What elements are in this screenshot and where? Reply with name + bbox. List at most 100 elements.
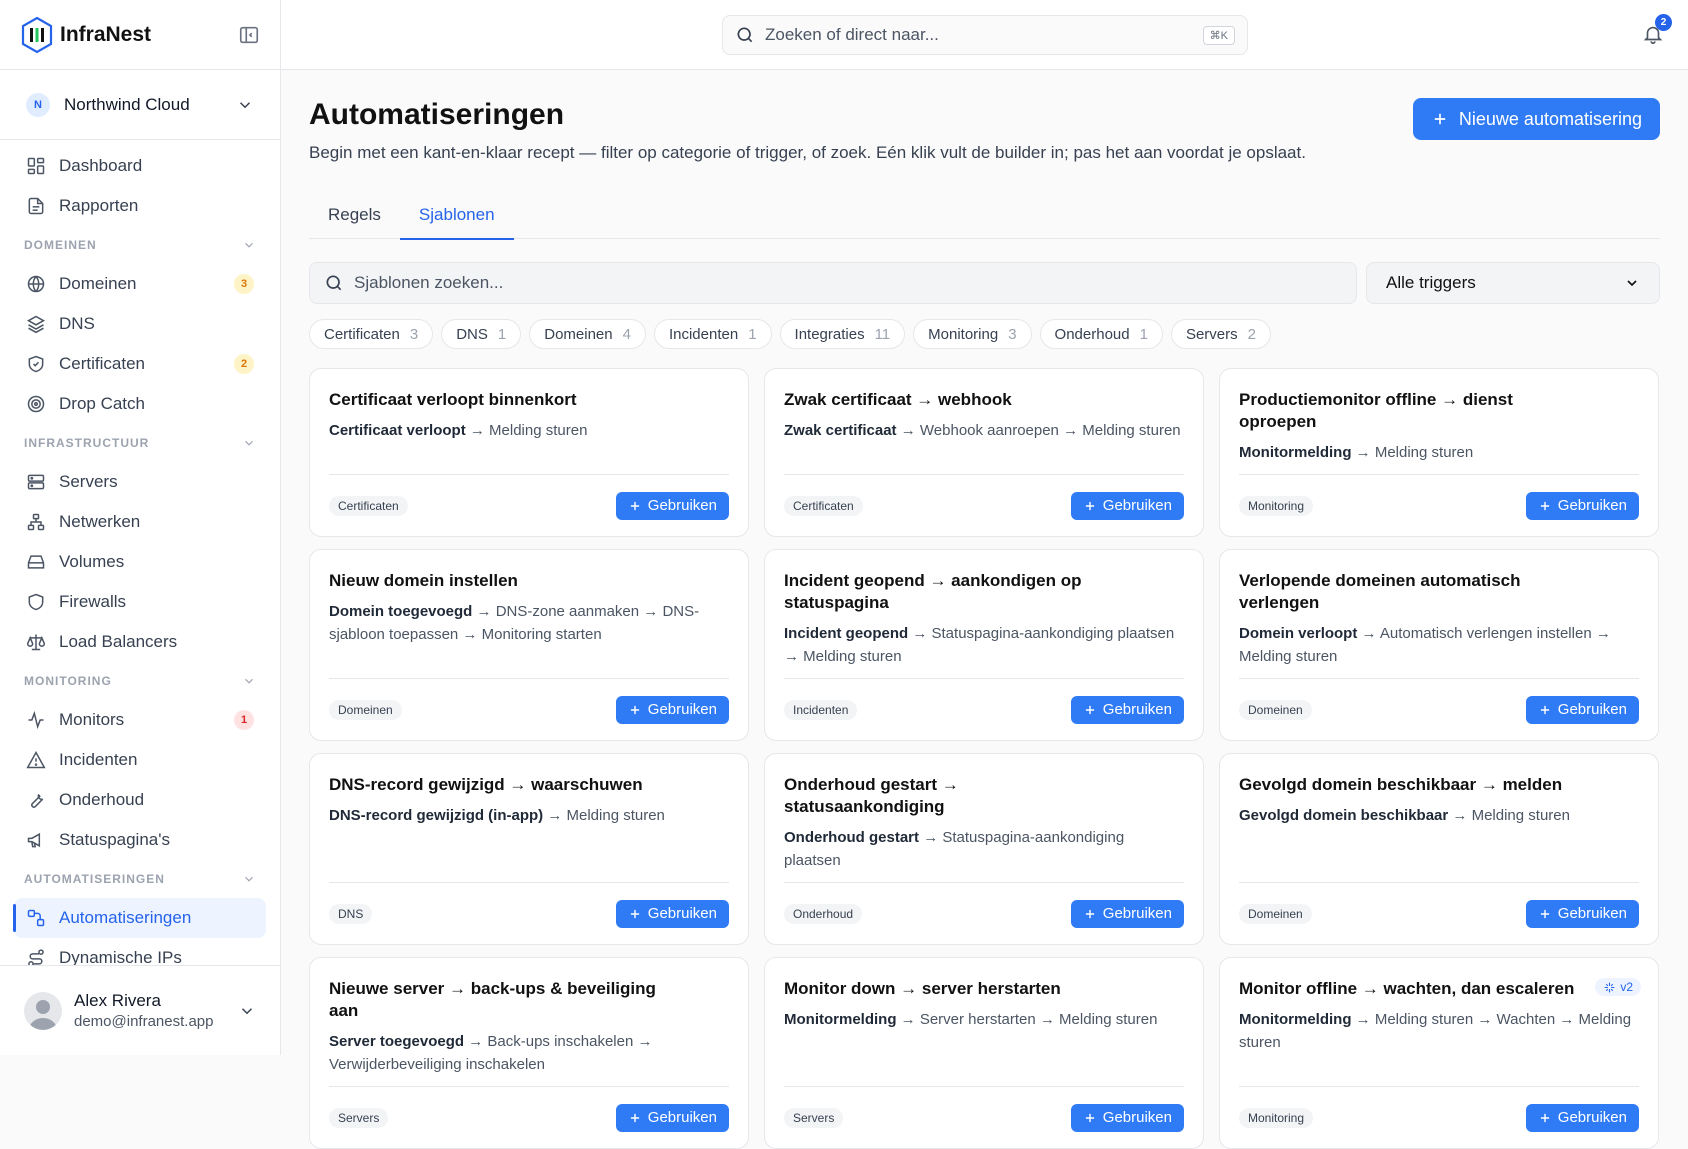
org-switcher[interactable]: N Northwind Cloud [0, 70, 280, 140]
template-category-tag: DNS [329, 903, 373, 924]
avatar [24, 991, 62, 1030]
template-search-placeholder: Sjablonen zoeken... [354, 273, 504, 292]
chip-count: 1 [497, 325, 507, 343]
sidebar-item-dashboard[interactable]: Dashboard [14, 146, 266, 186]
template-trigger: Incident geopend [784, 625, 909, 642]
category-chip[interactable]: Servers 2 [1170, 319, 1271, 349]
template-steps: Zwak certificaat → Webhook aanroepen → M… [784, 419, 1184, 464]
use-template-label: Gebruiken [1557, 1109, 1627, 1126]
plus-icon [1085, 1113, 1094, 1122]
use-template-button[interactable]: Gebruiken [1525, 491, 1639, 520]
new-automation-button[interactable]: Nieuwe automatisering [1412, 98, 1660, 140]
category-chip[interactable]: Certificaten 3 [309, 319, 434, 349]
global-search-input[interactable]: Zoeken of direct naar... ⌘K [722, 15, 1248, 55]
chip-label: Integraties [794, 325, 865, 343]
template-actions: → Webhook aanroepen → Melding sturen [900, 422, 1181, 439]
sidebar-item-firewalls[interactable]: Firewalls [14, 582, 266, 622]
trigger-select-value: Alle triggers [1386, 273, 1476, 292]
sidebar-item-domeinen[interactable]: Domeinen 3 [14, 264, 266, 304]
category-chip[interactable]: Domeinen 4 [529, 319, 646, 349]
use-template-button[interactable]: Gebruiken [1070, 899, 1184, 928]
use-template-button[interactable]: Gebruiken [615, 491, 729, 520]
plus-icon [1085, 705, 1094, 714]
plus-icon [1085, 501, 1094, 510]
chip-count: 3 [1008, 325, 1017, 343]
template-grid: Certificaat verloopt binnenkort Certifica… [309, 368, 1660, 1149]
use-template-button[interactable]: Gebruiken [615, 695, 729, 724]
sidebar-item-label: Onderhoud [59, 790, 145, 809]
notifications-button[interactable]: 2 [1642, 14, 1672, 46]
sidebar-item-netwerken[interactable]: Netwerken [14, 502, 266, 542]
sidebar-item-dns[interactable]: DNS [14, 304, 266, 344]
wrench-icon [31, 793, 44, 808]
category-chip[interactable]: Incidenten 1 [653, 319, 772, 349]
tabs: Regels Sjablonen [309, 190, 1660, 240]
sidebar-item-statuspaginas[interactable]: Statuspagina's [14, 820, 266, 860]
use-template-button[interactable]: Gebruiken [1525, 695, 1639, 724]
sidebar-item-certificaten[interactable]: Certificaten 2 [14, 344, 266, 384]
sidebar-item-onderhoud[interactable]: Onderhoud [14, 780, 266, 820]
sidebar-item-automatiseringen[interactable]: Automatiseringen [13, 898, 266, 938]
section-monitoring[interactable]: MONITORING [14, 662, 266, 700]
user-menu[interactable]: Alex Rivera demo@infranest.app [0, 965, 280, 1055]
use-template-button[interactable]: Gebruiken [615, 899, 729, 928]
use-template-label: Gebruiken [1557, 905, 1627, 922]
sidebar-collapse-icon[interactable] [238, 24, 260, 46]
section-domeinen[interactable]: DOMEINEN [14, 226, 266, 264]
template-card: Productiemonitor offline → dienst oproep… [1219, 368, 1659, 537]
tab-sjablonen[interactable]: Sjablonen [399, 190, 514, 240]
chip-count: 11 [874, 325, 891, 343]
template-title: Incident geopend → aankondigen op status… [784, 571, 1082, 612]
sidebar-item-label: Monitors [59, 710, 125, 729]
template-actions: → Melding sturen [469, 422, 588, 439]
sparkle-icon [1604, 982, 1615, 992]
category-chip[interactable]: Onderhoud 1 [1039, 319, 1163, 349]
use-template-label: Gebruiken [647, 905, 717, 922]
template-footer: Monitoring Gebruiken [1239, 1086, 1639, 1148]
use-template-button[interactable]: Gebruiken [1070, 1103, 1184, 1132]
category-chip[interactable]: Monitoring 3 [913, 319, 1032, 349]
section-automatiseringen[interactable]: AUTOMATISERINGEN [14, 860, 266, 898]
use-template-button[interactable]: Gebruiken [1525, 899, 1639, 928]
use-template-button[interactable]: Gebruiken [1070, 695, 1184, 724]
sidebar-item-label: Load Balancers [59, 632, 178, 651]
sidebar-item-monitors[interactable]: Monitors 1 [14, 700, 266, 740]
template-search-input[interactable]: Sjablonen zoeken... [309, 262, 1357, 304]
template-trigger: Server toegevoegd [329, 1033, 465, 1050]
category-chip[interactable]: DNS 1 [441, 319, 522, 349]
use-template-button[interactable]: Gebruiken [615, 1103, 729, 1132]
sidebar-item-incidenten[interactable]: Incidenten [14, 740, 266, 780]
sidebar-item-volumes[interactable]: Volumes [14, 542, 266, 582]
sidebar-item-drop-catch[interactable]: Drop Catch [14, 384, 266, 424]
sidebar-item-rapporten[interactable]: Rapporten [14, 186, 266, 226]
template-steps: Gevolgd domein beschikbaar → Melding stu… [1239, 804, 1639, 872]
template-steps: Incident geopend → Statuspagina-aankondi… [784, 622, 1184, 668]
tab-regels[interactable]: Regels [309, 190, 400, 239]
template-footer: Incidenten Gebruiken [784, 678, 1184, 740]
section-infrastructuur[interactable]: INFRASTRUCTUUR [14, 424, 266, 462]
template-card: Verlopende domeinen automatisch verlenge… [1219, 549, 1659, 741]
template-trigger: Certificaat verloopt [329, 422, 466, 439]
template-category-tag: Domeinen [329, 699, 402, 720]
notification-count-badge: 2 [1655, 14, 1672, 31]
search-icon [737, 27, 753, 43]
sidebar-item-label: Incidenten [59, 750, 138, 769]
category-chip[interactable]: Integraties 11 [779, 319, 906, 349]
template-card: Gevolgd domein beschikbaar → melden Gevol… [1219, 753, 1659, 945]
count-badge: 3 [234, 274, 254, 294]
use-template-button[interactable]: Gebruiken [1070, 491, 1184, 520]
chevron-down-icon [239, 101, 251, 108]
chevron-down-icon [241, 1007, 253, 1014]
trigger-select[interactable]: Alle triggers [1366, 262, 1660, 304]
plus-icon [630, 909, 639, 918]
sidebar-item-servers[interactable]: Servers [14, 462, 266, 502]
sidebar-item-load-balancers[interactable]: Load Balancers [14, 622, 266, 662]
use-template-label: Gebruiken [1102, 905, 1172, 922]
template-footer: Domeinen Gebruiken [1239, 882, 1639, 944]
version-badge: v2 [1595, 978, 1641, 996]
template-steps: Server toegevoegd → Back-ups inschakelen… [329, 1030, 729, 1076]
use-template-button[interactable]: Gebruiken [1525, 1103, 1639, 1132]
template-title: Monitor offline → wachten, dan escaleren [1239, 979, 1575, 998]
template-trigger: Domein toegevoegd [329, 603, 473, 620]
infranest-logo-icon[interactable] [20, 16, 54, 54]
